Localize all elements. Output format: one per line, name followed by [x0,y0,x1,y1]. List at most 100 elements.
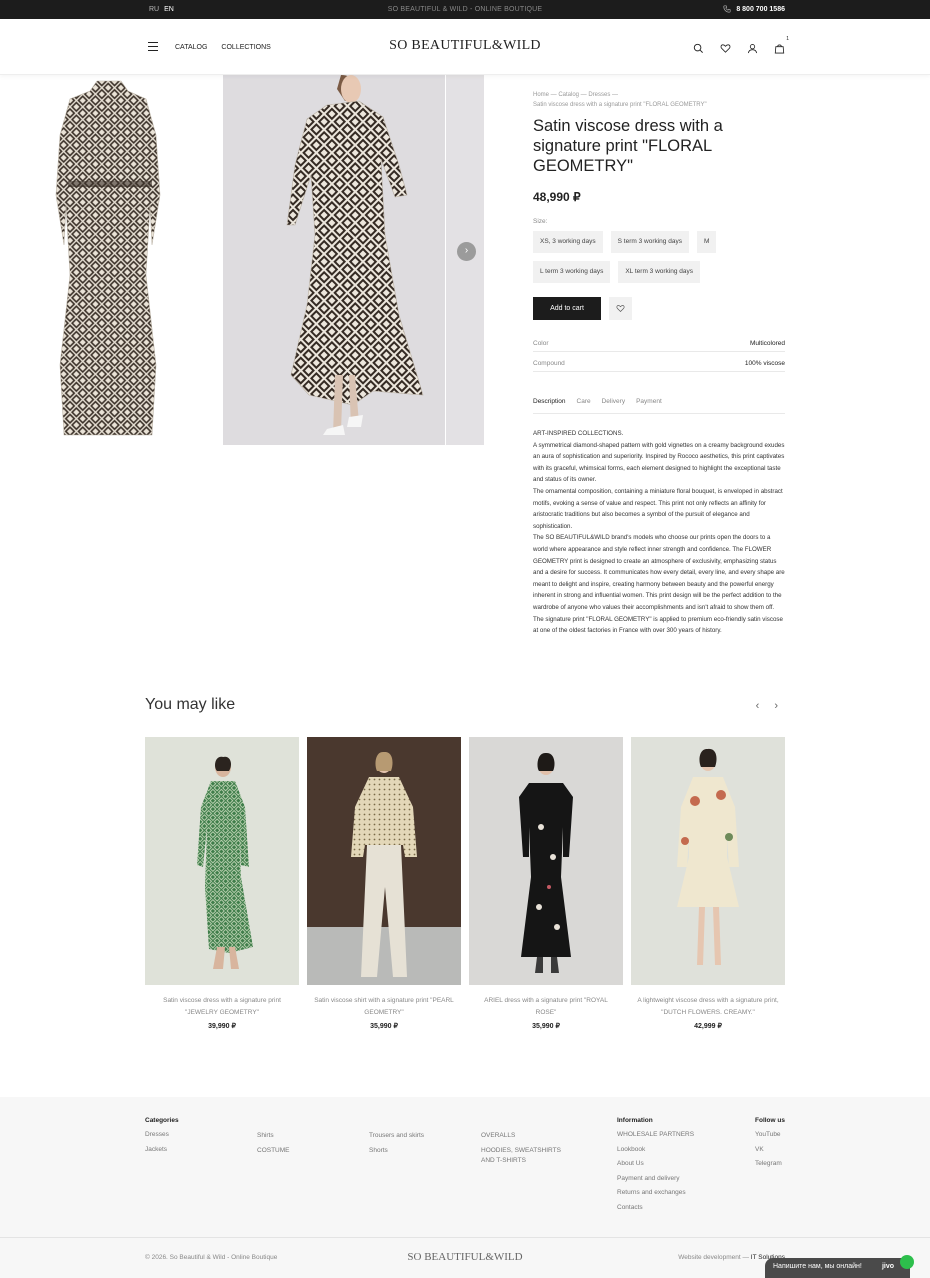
product-card-image[interactable] [307,737,461,985]
chevron-right-icon[interactable]: › [774,700,778,712]
footer-link[interactable]: Payment and delivery [617,1174,694,1185]
add-to-cart-button[interactable]: Add to cart [533,297,601,320]
footer-follow-col: Follow us YouTube VK Telegram [755,1117,785,1174]
attribute-row: Compound 100% viscose [533,360,785,372]
product-info: Home — Catalog — Dresses — Satin viscose… [533,90,785,637]
chat-brand: jivo [881,1263,894,1270]
chat-widget-button[interactable]: Напишите нам, мы онлайн! jivo [765,1255,914,1278]
add-to-favorites-button[interactable] [609,297,632,320]
product-attributes: Color Multicolored Compound 100% viscose [533,340,785,372]
product-card[interactable]: A lightweight viscose dress with a signa… [631,737,785,1030]
footer-categories-col: OVERALLS HOODIES, SWEATSHIRTS AND T-SHIR… [481,1131,561,1171]
heart-icon[interactable] [720,41,731,53]
top-bar: RU EN SO BEAUTIFUL & WILD - ONLINE BOUTIQ… [0,0,930,19]
phone-number: 8 800 700 1586 [736,5,785,13]
attribute-key: Compound [533,360,565,367]
product-card-image[interactable] [631,737,785,985]
heart-icon [616,305,625,312]
footer-link[interactable]: COSTUME [257,1146,290,1157]
attribute-row: Color Multicolored [533,340,785,352]
product-main-image[interactable] [223,75,445,445]
product-card-image[interactable] [145,737,299,985]
size-option-l[interactable]: L term 3 working days [533,261,611,283]
user-icon[interactable] [747,41,758,54]
footer-social-link[interactable]: Telegram [755,1159,785,1170]
breadcrumb: Home — Catalog — Dresses — Satin viscose… [533,90,785,110]
tab-description[interactable]: Description [533,398,566,405]
tab-delivery[interactable]: Delivery [602,398,625,405]
site-header: CATALOG COLLECTIONS SO BEAUTIFUL&WILD 1 [0,19,930,75]
chevron-right-icon: › [464,245,469,256]
size-label: Size: [533,218,548,225]
chat-label: Напишите нам, мы онлайн! [773,1263,862,1270]
search-icon[interactable] [693,41,704,53]
breadcrumb-path[interactable]: Home — Catalog — Dresses — [533,90,785,100]
footer-link[interactable]: About Us [617,1159,694,1170]
site-logo[interactable]: SO BEAUTIFUL&WILD [0,38,930,54]
footer-information-title: Information [617,1117,653,1124]
product-description: ART-INSPIRED COLLECTIONS. A symmetrical … [533,428,785,637]
product-card[interactable]: Satin viscose dress with a signature pri… [145,737,299,1030]
footer-link[interactable]: OVERALLS [481,1131,561,1142]
product-card-name[interactable]: A lightweight viscose dress with a signa… [631,995,785,1018]
description-paragraph: The signature print "FLORAL GEOMETRY" is… [533,615,783,635]
footer-social-link[interactable]: VK [755,1145,785,1156]
attribute-key: Color [533,340,549,347]
footer-categories-title: Categories [145,1117,179,1124]
product-card-image[interactable] [469,737,623,985]
size-options: XS, 3 working days S term 3 working days… [533,231,763,283]
footer-link[interactable]: Contacts [617,1203,694,1214]
product-thumbnail[interactable] [0,75,222,445]
recommendations-list: Satin viscose dress with a signature pri… [145,737,785,1030]
size-option-s[interactable]: S term 3 working days [610,231,689,253]
footer-link[interactable]: Lookbook [617,1145,694,1156]
footer-link[interactable]: Shirts [257,1131,290,1142]
product-card[interactable]: Satin viscose shirt with a signature pri… [307,737,461,1030]
footer-categories-col: Trousers and skirts Shorts [369,1131,424,1160]
phone-link[interactable]: 8 800 700 1586 [723,5,785,13]
description-paragraph: The SO BEAUTIFUL&WILD brand's models who… [533,534,785,611]
product-card-price: 35,990 ₽ [370,1023,398,1030]
product-price: 48,990 ₽ [533,190,581,204]
product-card-price: 42,999 ₽ [694,1023,722,1030]
size-option-xs[interactable]: XS, 3 working days [533,231,603,253]
footer-categories-title-col: Categories Dresses Jackets [145,1117,179,1159]
recommendations-title: You may like [145,696,236,713]
footer-link[interactable]: Jackets [145,1145,179,1156]
product-card-name[interactable]: ARIEL dress with a signature print "ROYA… [469,995,623,1018]
footer-categories-col: Shirts COSTUME [257,1131,290,1160]
tab-payment[interactable]: Payment [636,398,662,405]
gallery-next-button[interactable]: › [457,242,476,261]
footer-link[interactable]: WHOLESALE PARTNERS [617,1130,694,1141]
chevron-left-icon[interactable]: ‹ [756,700,760,712]
attribute-value: Multicolored [749,340,785,347]
size-option-m[interactable]: M [696,231,717,253]
product-card-name[interactable]: Satin viscose shirt with a signature pri… [307,995,461,1018]
cart-icon[interactable]: 1 [774,36,789,54]
description-paragraph: A symmetrical diamond-shaped pattern wit… [533,441,785,484]
product-title: Satin viscose dress with a signature pri… [533,117,723,175]
size-option-xl[interactable]: XL term 3 working days [618,261,701,283]
footer-link[interactable]: Shorts [369,1146,424,1157]
footer-link[interactable]: Returns and exchanges [617,1188,694,1199]
product-card-name[interactable]: Satin viscose dress with a signature pri… [145,995,299,1018]
footer-link[interactable]: Trousers and skirts [369,1131,424,1142]
product-card[interactable]: ARIEL dress with a signature print "ROYA… [469,737,623,1030]
top-bar-tagline: SO BEAUTIFUL & WILD - ONLINE BOUTIQUE [387,6,543,13]
footer-link[interactable]: Dresses [145,1130,179,1141]
footer-link[interactable]: HOODIES, SWEATSHIRTS AND T-SHIRTS [481,1146,561,1167]
breadcrumb-current: Satin viscose dress with a signature pri… [533,102,707,108]
product-tabs: Description Care Delivery Payment [533,398,785,414]
product-card-price: 35,990 ₽ [532,1023,560,1030]
cart-count-badge: 1 [786,36,789,42]
description-paragraph: The ornamental composition, containing a… [533,487,783,530]
header-icons: 1 [693,36,789,54]
product-card-price: 39,990 ₽ [208,1023,236,1030]
tab-care[interactable]: Care [577,398,591,405]
phone-icon [723,5,731,13]
footer-information-col: Information WHOLESALE PARTNERS Lookbook … [617,1117,694,1217]
chat-status-icon [900,1255,914,1269]
description-paragraph: ART-INSPIRED COLLECTIONS. [533,430,624,437]
footer-social-link[interactable]: YouTube [755,1130,785,1141]
footer-follow-title: Follow us [755,1117,785,1124]
